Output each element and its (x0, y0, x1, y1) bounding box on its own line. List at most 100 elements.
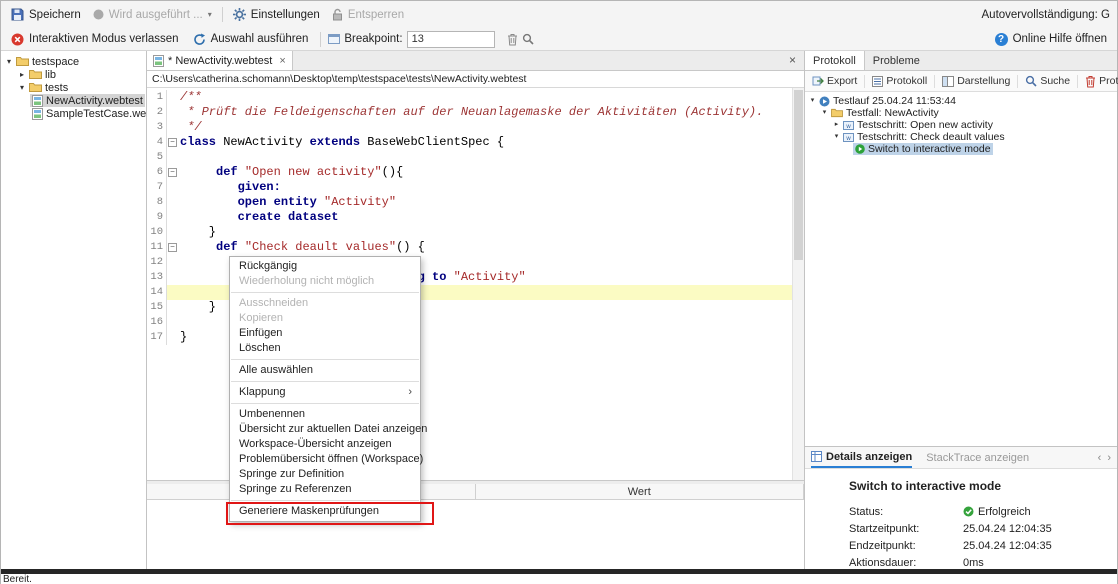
tree-item-tests[interactable]: ▾ tests (1, 81, 146, 94)
tab-protokoll[interactable]: Protokoll (805, 51, 865, 70)
tab-details-anzeigen[interactable]: Details anzeigen (811, 447, 912, 468)
code-line[interactable]: 2 * Prüft die Feldeigenschaften auf der … (147, 105, 792, 120)
log-item-label: Testschritt: Open new activity (857, 119, 993, 131)
export-button[interactable]: Export (809, 74, 860, 88)
protokoll-button[interactable]: Protokoll (869, 74, 930, 88)
darstellung-button[interactable]: Darstellung (939, 74, 1013, 88)
log-item-testfall[interactable]: ▾ Testfall: NewActivity (805, 107, 1117, 119)
log-item-switch-interactive[interactable]: Switch to interactive mode (805, 143, 1117, 155)
success-icon (963, 506, 974, 517)
clear-log-button[interactable]: Protokoll leeren (1082, 74, 1118, 89)
log-item-teststep-1[interactable]: ▸ wTestschritt: Open new activity (805, 119, 1117, 131)
collapse-arrow-icon[interactable]: ▾ (820, 108, 829, 118)
context-menu-item[interactable]: Problemübersicht öffnen (Workspace) (230, 452, 420, 467)
leave-interactive-button[interactable]: Interaktiven Modus verlassen (6, 31, 184, 48)
line-number: 10 (147, 225, 167, 240)
fold-gutter (167, 180, 178, 195)
tab-probleme[interactable]: Probleme (865, 51, 928, 70)
code-line[interactable]: 3 */ (147, 120, 792, 135)
file-tree-panel: ▾ testspace ▸ lib ▾ tests NewActivity.we… (1, 51, 147, 569)
expand-arrow-icon[interactable]: ▸ (17, 70, 27, 80)
scrollbar-thumb[interactable] (794, 90, 803, 260)
breakpoint-icon (328, 33, 340, 45)
search-icon (1025, 75, 1037, 87)
tree-item-lib[interactable]: ▸ lib (1, 68, 146, 81)
tree-item-newactivity[interactable]: NewActivity.webtest (1, 94, 146, 107)
variables-column-wert[interactable]: Wert (476, 484, 805, 499)
details-nav: ‹ › (1098, 452, 1111, 464)
context-menu-item[interactable]: Umbenennen (230, 407, 420, 422)
context-menu-item[interactable]: Generiere Maskenprüfungen (230, 504, 420, 519)
inspect-magnifier-icon[interactable] (522, 33, 534, 45)
settings-button[interactable]: Einstellungen (228, 6, 325, 23)
fold-gutter (167, 150, 178, 165)
code-line[interactable]: 9 create dataset (147, 210, 792, 225)
details-row-status: Status: Erfolgreich (849, 503, 1117, 520)
details-panel: Details anzeigen StackTrace anzeigen ‹ ›… (805, 446, 1117, 569)
suche-button[interactable]: Suche (1022, 74, 1073, 88)
code-line[interactable]: 1 /** (147, 90, 792, 105)
code-line[interactable]: 4−class NewActivity extends BaseWebClien… (147, 135, 792, 150)
editor-scrollbar[interactable] (792, 88, 804, 480)
run-selection-button[interactable]: Auswahl ausführen (188, 31, 314, 48)
details-label: Aktionsdauer: (849, 557, 963, 569)
fold-gutter (167, 210, 178, 225)
context-menu-item[interactable]: Löschen (230, 341, 420, 356)
log-item-teststep-2[interactable]: ▾ wTestschritt: Check deault values (805, 131, 1117, 143)
nav-next-icon[interactable]: › (1107, 452, 1111, 464)
folder-icon (16, 56, 29, 67)
breakpoint-input[interactable] (407, 31, 495, 48)
export-icon (812, 75, 824, 87)
collapse-arrow-icon[interactable]: ▾ (17, 83, 27, 93)
fold-toggle-icon[interactable]: − (167, 165, 178, 180)
code-line[interactable]: 10 } (147, 225, 792, 240)
fold-toggle-icon[interactable]: − (167, 240, 178, 255)
tree-item-label: SampleTestCase.webtest (46, 108, 147, 120)
dropdown-caret-icon[interactable]: ▾ (208, 10, 212, 19)
context-menu-item[interactable]: Springe zu Referenzen (230, 482, 420, 497)
context-menu-item[interactable]: Workspace-Übersicht anzeigen (230, 437, 420, 452)
code-line[interactable]: 6− def "Open new activity"(){ (147, 165, 792, 180)
fold-toggle-icon[interactable]: − (167, 135, 178, 150)
code-text: /** (178, 90, 792, 105)
collapse-arrow-icon[interactable]: ▾ (808, 96, 817, 106)
menu-separator (231, 359, 419, 360)
trash-icon[interactable] (507, 33, 518, 46)
log-item-label: Switch to interactive mode (868, 143, 991, 155)
tab-newactivity[interactable]: * NewActivity.webtest × (147, 51, 293, 70)
log-item-testlauf[interactable]: ▾ Testlauf 25.04.24 11:53:44 (805, 95, 1117, 107)
context-menu-item: Wiederholung nicht möglich (230, 274, 420, 289)
play-icon (855, 144, 865, 154)
editor-close-icon[interactable]: × (781, 51, 804, 70)
leave-interactive-label: Interaktiven Modus verlassen (29, 33, 179, 45)
code-text: create dataset (178, 210, 792, 225)
tree-item-sampletestcase[interactable]: SampleTestCase.webtest (1, 107, 146, 120)
log-toolbar: Export Protokoll Darstellung Suche (805, 71, 1117, 92)
code-line[interactable]: 7 given: (147, 180, 792, 195)
tab-stacktrace-anzeigen[interactable]: StackTrace anzeigen (926, 447, 1029, 468)
context-menu-item[interactable]: Einfügen (230, 326, 420, 341)
context-menu-item[interactable]: Alle auswählen (230, 363, 420, 378)
collapse-arrow-icon[interactable]: ▾ (4, 57, 14, 67)
expand-arrow-icon[interactable]: ▸ (832, 120, 841, 130)
online-help-button[interactable]: ? Online Hilfe öffnen (990, 31, 1112, 48)
tree-item-testspace[interactable]: ▾ testspace (1, 55, 146, 68)
webtest-file-icon (32, 95, 43, 107)
context-menu-item[interactable]: Klappung› (230, 385, 420, 400)
line-number: 1 (147, 90, 167, 105)
tab-close-icon[interactable]: × (279, 55, 285, 67)
save-button[interactable]: Speichern (6, 6, 86, 23)
details-value: Erfolgreich (978, 506, 1031, 518)
context-menu-item[interactable]: Rückgängig (230, 259, 420, 274)
exit-interactive-icon (11, 33, 24, 46)
fold-gutter (167, 285, 178, 300)
code-line[interactable]: 5 (147, 150, 792, 165)
code-line[interactable]: 8 open entity "Activity" (147, 195, 792, 210)
code-line[interactable]: 11− def "Check deault values"() { (147, 240, 792, 255)
context-menu-item[interactable]: Springe zur Definition (230, 467, 420, 482)
running-circle-icon (93, 9, 104, 20)
log-item-label: Testschritt: Check deault values (857, 131, 1005, 143)
nav-prev-icon[interactable]: ‹ (1098, 452, 1102, 464)
collapse-arrow-icon[interactable]: ▾ (832, 132, 841, 142)
context-menu-item[interactable]: Übersicht zur aktuellen Datei anzeigen (230, 422, 420, 437)
